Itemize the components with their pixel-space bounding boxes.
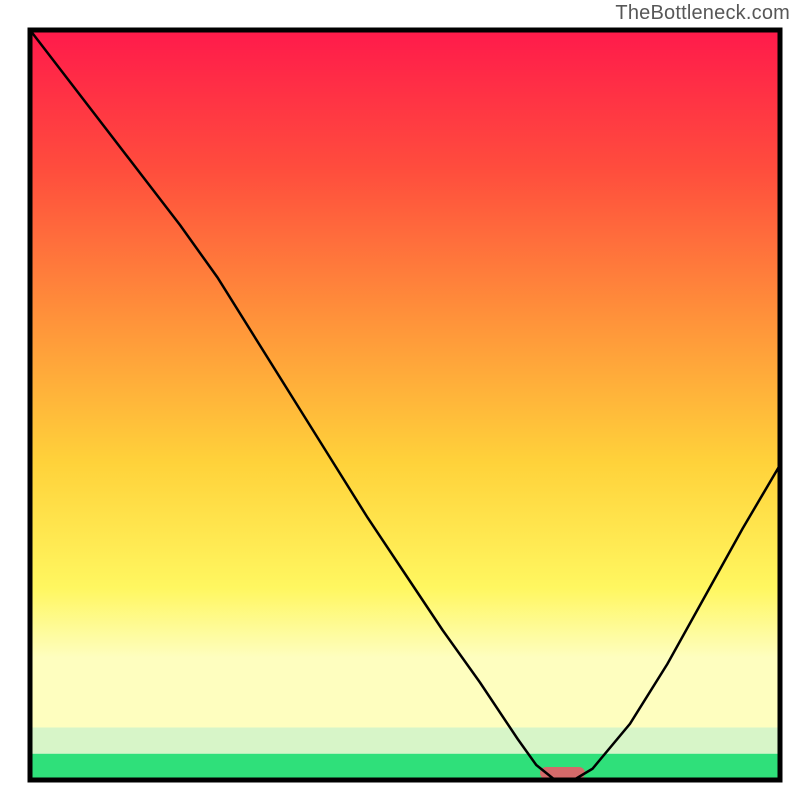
pale-band xyxy=(30,728,780,754)
background-gradient xyxy=(30,30,780,728)
chart-svg xyxy=(0,0,800,800)
chart-frame: TheBottleneck.com xyxy=(0,0,800,800)
green-band xyxy=(30,754,780,780)
plot-area xyxy=(30,30,780,780)
